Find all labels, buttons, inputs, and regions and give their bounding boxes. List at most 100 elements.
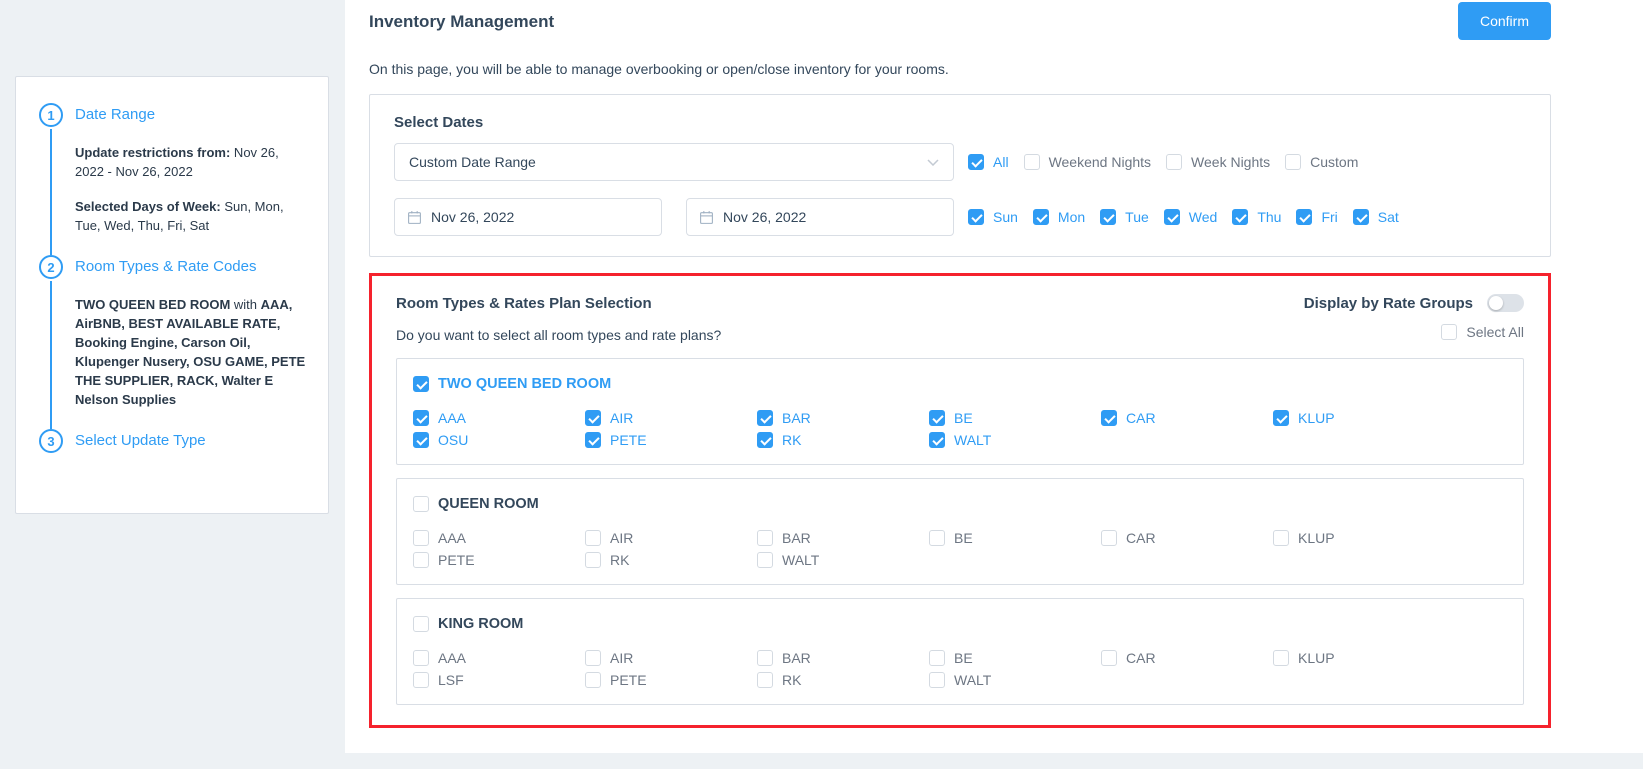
checkbox-icon [1441,324,1457,340]
confirm-button[interactable]: Confirm [1458,2,1551,40]
day-checkbox-wed[interactable]: Wed [1164,209,1218,225]
night-option-all[interactable]: All [968,154,1009,170]
checkbox-icon [413,672,429,688]
rate-code-checkbox-car[interactable]: CAR [1101,530,1273,546]
step-label-room-types-rate-codes[interactable]: Room Types & Rate Codes [75,255,308,279]
checkbox-label: Sat [1378,209,1399,225]
checkbox-icon [1100,209,1116,225]
step-rail: 1 [38,103,64,255]
step-label-date-range[interactable]: Date Range [75,103,308,127]
checkbox-label: KLUP [1298,410,1335,426]
day-checkbox-mon[interactable]: Mon [1033,209,1085,225]
checkbox-icon [585,552,601,568]
start-date-input[interactable]: Nov 26, 2022 [394,198,662,236]
room-type-checkbox-queen-room[interactable]: QUEEN ROOM [413,496,539,512]
main-header: Inventory Management Confirm [369,0,1551,40]
checkbox-icon [1273,410,1289,426]
checkbox-icon [1101,530,1117,546]
room-type-checkbox-king-room[interactable]: KING ROOM [413,616,523,632]
checkbox-label: RK [610,552,629,568]
day-checkbox-sun[interactable]: Sun [968,209,1018,225]
checkbox-label: QUEEN ROOM [438,496,539,512]
checkbox-icon [1024,154,1040,170]
rate-code-checkbox-walt[interactable]: WALT [929,432,1101,448]
end-date-input[interactable]: Nov 26, 2022 [686,198,954,236]
rate-code-checkbox-air[interactable]: AIR [585,530,757,546]
step-label-select-update-type[interactable]: Select Update Type [75,429,308,453]
rate-code-checkbox-rk[interactable]: RK [585,552,757,568]
rate-code-checkbox-be[interactable]: BE [929,530,1101,546]
rate-code-checkbox-aaa[interactable]: AAA [413,410,585,426]
checkbox-icon [1273,650,1289,666]
rate-code-checkbox-rk[interactable]: RK [757,672,929,688]
rate-code-checkbox-bar[interactable]: BAR [757,530,929,546]
rate-code-checkbox-rk[interactable]: RK [757,432,929,448]
rate-code-checkbox-walt[interactable]: WALT [929,672,1101,688]
rate-code-checkbox-klup[interactable]: KLUP [1273,530,1445,546]
room-types-rates-panel: Room Types & Rates Plan Selection Displa… [369,273,1551,728]
rate-code-checkbox-car[interactable]: CAR [1101,650,1273,666]
chevron-down-icon [927,159,939,166]
calendar-icon [407,210,422,225]
checkbox-icon [585,410,601,426]
rate-code-checkbox-pete[interactable]: PETE [585,432,757,448]
night-option-week-nights[interactable]: Week Nights [1166,154,1270,170]
rate-code-checkbox-pete[interactable]: PETE [413,552,585,568]
rate-code-checkbox-aaa[interactable]: AAA [413,650,585,666]
rate-code-checkbox-aaa[interactable]: AAA [413,530,585,546]
rate-code-checkbox-lsf[interactable]: LSF [413,672,585,688]
checkbox-icon [1164,209,1180,225]
stepper-step-3: 3Select Update Type [38,429,308,467]
rate-code-checkbox-be[interactable]: BE [929,410,1101,426]
day-checkbox-sat[interactable]: Sat [1353,209,1399,225]
checkbox-label: KLUP [1298,650,1335,666]
night-option-weekend-nights[interactable]: Weekend Nights [1024,154,1151,170]
rate-code-checkbox-pete[interactable]: PETE [585,672,757,688]
checkbox-icon [1285,154,1301,170]
day-checkbox-tue[interactable]: Tue [1100,209,1149,225]
end-date-value: Nov 26, 2022 [723,209,806,225]
room-type-checkbox-two-queen-bed-room[interactable]: TWO QUEEN BED ROOM [413,376,611,392]
room-type-card-two-queen-bed-room: TWO QUEEN BED ROOM AAA AIRBAR BE CAR KLUP OSUP… [396,358,1524,465]
select-all-checkbox[interactable]: Select All [1441,324,1524,340]
checkbox-icon [1273,530,1289,546]
checkbox-icon [413,376,429,392]
rate-code-checkbox-bar[interactable]: BAR [757,650,929,666]
rate-code-checkbox-be[interactable]: BE [929,650,1101,666]
display-by-rate-groups-toggle[interactable] [1487,294,1524,312]
day-checkbox-fri[interactable]: Fri [1296,209,1337,225]
step-number-badge: 2 [39,255,63,279]
rate-code-checkbox-walt[interactable]: WALT [757,552,929,568]
checkbox-label: BAR [782,530,811,546]
checkbox-icon [757,672,773,688]
display-by-rate-groups: Display by Rate Groups [1304,294,1524,312]
rate-code-checkbox-bar[interactable]: BAR [757,410,929,426]
checkbox-label: BE [954,410,973,426]
checkbox-label: CAR [1126,530,1156,546]
checkbox-icon [757,530,773,546]
step-content: Select Update Type [64,429,308,467]
stepper-sidebar: 1Date RangeUpdate restrictions from: Nov… [0,0,345,769]
day-checkbox-thu[interactable]: Thu [1232,209,1281,225]
checkbox-icon [585,432,601,448]
checkbox-label: CAR [1126,650,1156,666]
rate-code-checkbox-air[interactable]: AIR [585,410,757,426]
rate-code-checkbox-air[interactable]: AIR [585,650,757,666]
rate-codes-grid: AAA AIRBAR BE CAR KLUP OSUPETERKWALT [413,410,1507,448]
rate-codes-grid: AAAAIR BAR BE CAR KLUP PETE RK WALT [413,530,1507,568]
rate-code-checkbox-osu[interactable]: OSU [413,432,585,448]
checkbox-icon [929,432,945,448]
checkbox-label: RK [782,672,801,688]
night-option-custom[interactable]: Custom [1285,154,1358,170]
checkbox-icon [968,209,984,225]
checkbox-label: AAA [438,410,466,426]
date-range-type-select[interactable]: Custom Date Range [394,143,954,181]
checkbox-icon [413,496,429,512]
checkbox-label: WALT [782,552,819,568]
rate-code-checkbox-car[interactable]: CAR [1101,410,1273,426]
checkbox-label: BAR [782,650,811,666]
rate-code-checkbox-klup[interactable]: KLUP [1273,650,1445,666]
checkbox-label: Week Nights [1191,154,1270,170]
page-title: Inventory Management [369,12,554,32]
rate-code-checkbox-klup[interactable]: KLUP [1273,410,1445,426]
